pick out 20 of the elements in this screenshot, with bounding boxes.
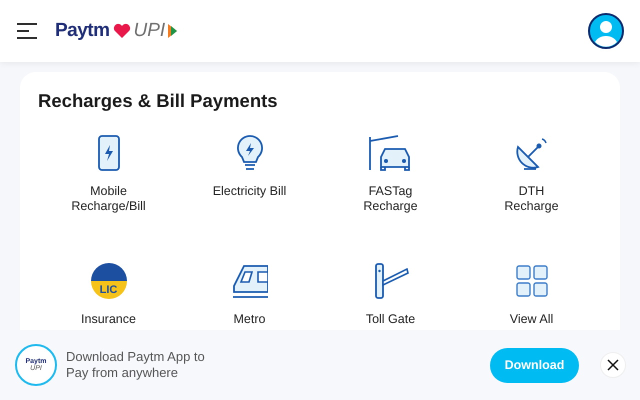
service-label[interactable]: Electricity Bill	[212, 184, 286, 199]
toll-barrier-icon	[372, 263, 408, 299]
service-label[interactable]: DTH Recharge	[504, 184, 559, 214]
service-label[interactable]: Metro	[234, 312, 266, 327]
service-label[interactable]: FASTag Recharge	[363, 184, 418, 214]
paytm-upi-logo[interactable]: Paytm UPI	[55, 18, 178, 44]
close-icon	[607, 359, 619, 371]
service-label[interactable]: Mobile Recharge/Bill	[71, 184, 146, 214]
service-label[interactable]: View All	[510, 312, 554, 327]
grid-icon	[516, 265, 548, 297]
metro-train-icon	[232, 264, 268, 298]
service-label[interactable]: Toll Gate	[366, 312, 416, 327]
service-label[interactable]: Insurance	[81, 312, 136, 327]
banner-message: Download Paytm App to Pay from anywhere	[66, 349, 205, 381]
user-avatar-icon[interactable]	[588, 13, 624, 49]
close-button[interactable]	[600, 352, 626, 378]
phone-icon	[98, 135, 120, 171]
menu-icon[interactable]	[17, 23, 37, 39]
light-bulb-icon	[236, 135, 264, 171]
section-title: Recharges & Bill Payments	[38, 90, 279, 112]
